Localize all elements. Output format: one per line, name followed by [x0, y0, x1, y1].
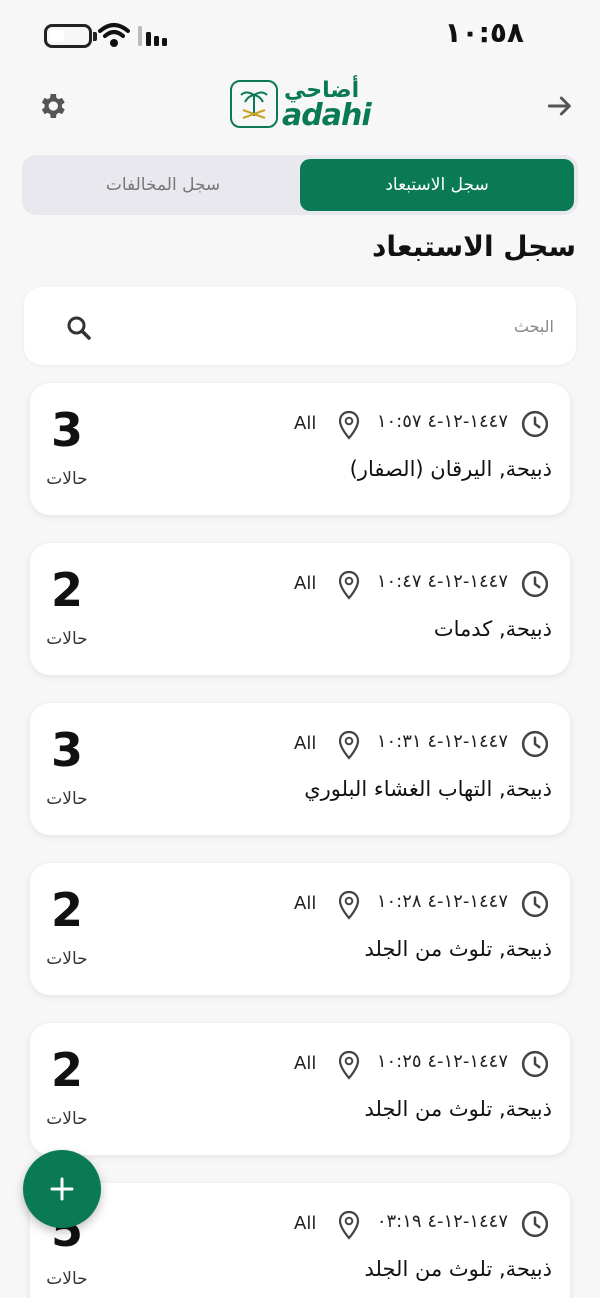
exclusion-card[interactable]: 2 حالات ١٤٤٧-١٢-٤ ١٠:٢٥ All ذبيحة, تلوث … — [30, 1023, 570, 1155]
battery-icon — [44, 24, 97, 48]
card-location: All — [294, 1213, 317, 1234]
exclusion-card[interactable]: 2 حالات ١٤٤٧-١٢-٤ ١٠:٤٧ All ذبيحة, كدمات — [30, 543, 570, 675]
wifi-icon — [98, 23, 130, 47]
clock-icon — [521, 570, 549, 598]
clock-icon — [521, 890, 549, 918]
exclusion-card[interactable]: 5 حالات ١٤٤٧-١٢-٤ ٠٣:١٩ All ذبيحة, تلوث … — [30, 1183, 570, 1298]
card-title: ذبيحة, تلوث من الجلد — [364, 1257, 552, 1281]
location-pin-icon — [338, 1050, 360, 1080]
exclusion-card[interactable]: 2 حالات ١٤٤٧-١٢-٤ ١٠:٢٨ All ذبيحة, تلوث … — [30, 863, 570, 995]
card-location: All — [294, 1053, 317, 1074]
card-location: All — [294, 893, 317, 914]
card-location: All — [294, 573, 317, 594]
exclusion-card[interactable]: 3 حالات ١٤٤٧-١٢-٤ ١٠:٣١ All ذبيحة, التها… — [30, 703, 570, 835]
tab-exclusion-log[interactable]: سجل الاستبعاد — [300, 159, 574, 211]
case-count: 3 — [50, 403, 83, 457]
location-pin-icon — [338, 410, 360, 440]
search-bar — [24, 287, 576, 365]
case-count: 3 — [50, 723, 83, 777]
plus-icon — [50, 1177, 74, 1201]
case-count-label: حالات — [46, 789, 88, 809]
clock-icon — [521, 1210, 549, 1238]
card-datetime: ١٤٤٧-١٢-٤ ٠٣:١٩ — [376, 1211, 508, 1232]
card-datetime: ١٤٤٧-١٢-٤ ١٠:٢٨ — [376, 891, 508, 912]
clock-icon — [521, 410, 549, 438]
case-count: 2 — [50, 1043, 83, 1097]
card-title: ذبيحة, تلوث من الجلد — [364, 937, 552, 961]
card-location: All — [294, 413, 317, 434]
signal-icon — [138, 26, 167, 46]
arrow-right-icon[interactable] — [544, 90, 576, 122]
clock-icon — [521, 730, 549, 758]
location-pin-icon — [338, 1210, 360, 1240]
search-input[interactable] — [104, 307, 554, 345]
case-count-label: حالات — [46, 949, 88, 969]
case-count-label: حالات — [46, 629, 88, 649]
palm-emblem-icon — [230, 80, 278, 128]
card-title: ذبيحة, كدمات — [433, 617, 552, 641]
exclusion-card[interactable]: 3 حالات ١٤٤٧-١٢-٤ ١٠:٥٧ All ذبيحة, اليرق… — [30, 383, 570, 515]
card-datetime: ١٤٤٧-١٢-٤ ١٠:٥٧ — [376, 411, 508, 432]
card-title: ذبيحة, التهاب الغشاء البلوري — [304, 777, 552, 801]
clock-icon — [521, 1050, 549, 1078]
case-count-label: حالات — [46, 1269, 88, 1289]
gear-icon[interactable] — [36, 90, 68, 122]
case-count-label: حالات — [46, 1109, 88, 1129]
logo-english-text: adahi — [282, 98, 372, 133]
case-count-label: حالات — [46, 469, 88, 489]
add-button[interactable] — [23, 1150, 101, 1228]
card-location: All — [294, 733, 317, 754]
status-bar: ١٠:٥٨ — [0, 0, 600, 70]
page-title: سجل الاستبعاد — [372, 230, 576, 263]
location-pin-icon — [338, 890, 360, 920]
search-icon[interactable] — [64, 313, 94, 343]
card-datetime: ١٤٤٧-١٢-٤ ١٠:٣١ — [376, 731, 508, 752]
status-time: ١٠:٥٨ — [444, 16, 524, 49]
case-count: 2 — [50, 883, 83, 937]
card-datetime: ١٤٤٧-١٢-٤ ١٠:٢٥ — [376, 1051, 508, 1072]
case-count: 2 — [50, 563, 83, 617]
tab-bar: سجل المخالفات سجل الاستبعاد — [22, 155, 578, 215]
card-datetime: ١٤٤٧-١٢-٤ ١٠:٤٧ — [376, 571, 508, 592]
location-pin-icon — [338, 730, 360, 760]
app-logo: أضاحي adahi — [230, 78, 372, 133]
location-pin-icon — [338, 570, 360, 600]
card-title: ذبيحة, تلوث من الجلد — [364, 1097, 552, 1121]
tab-violations-log[interactable]: سجل المخالفات — [26, 159, 300, 211]
card-title: ذبيحة, اليرقان (الصفار) — [349, 457, 552, 481]
